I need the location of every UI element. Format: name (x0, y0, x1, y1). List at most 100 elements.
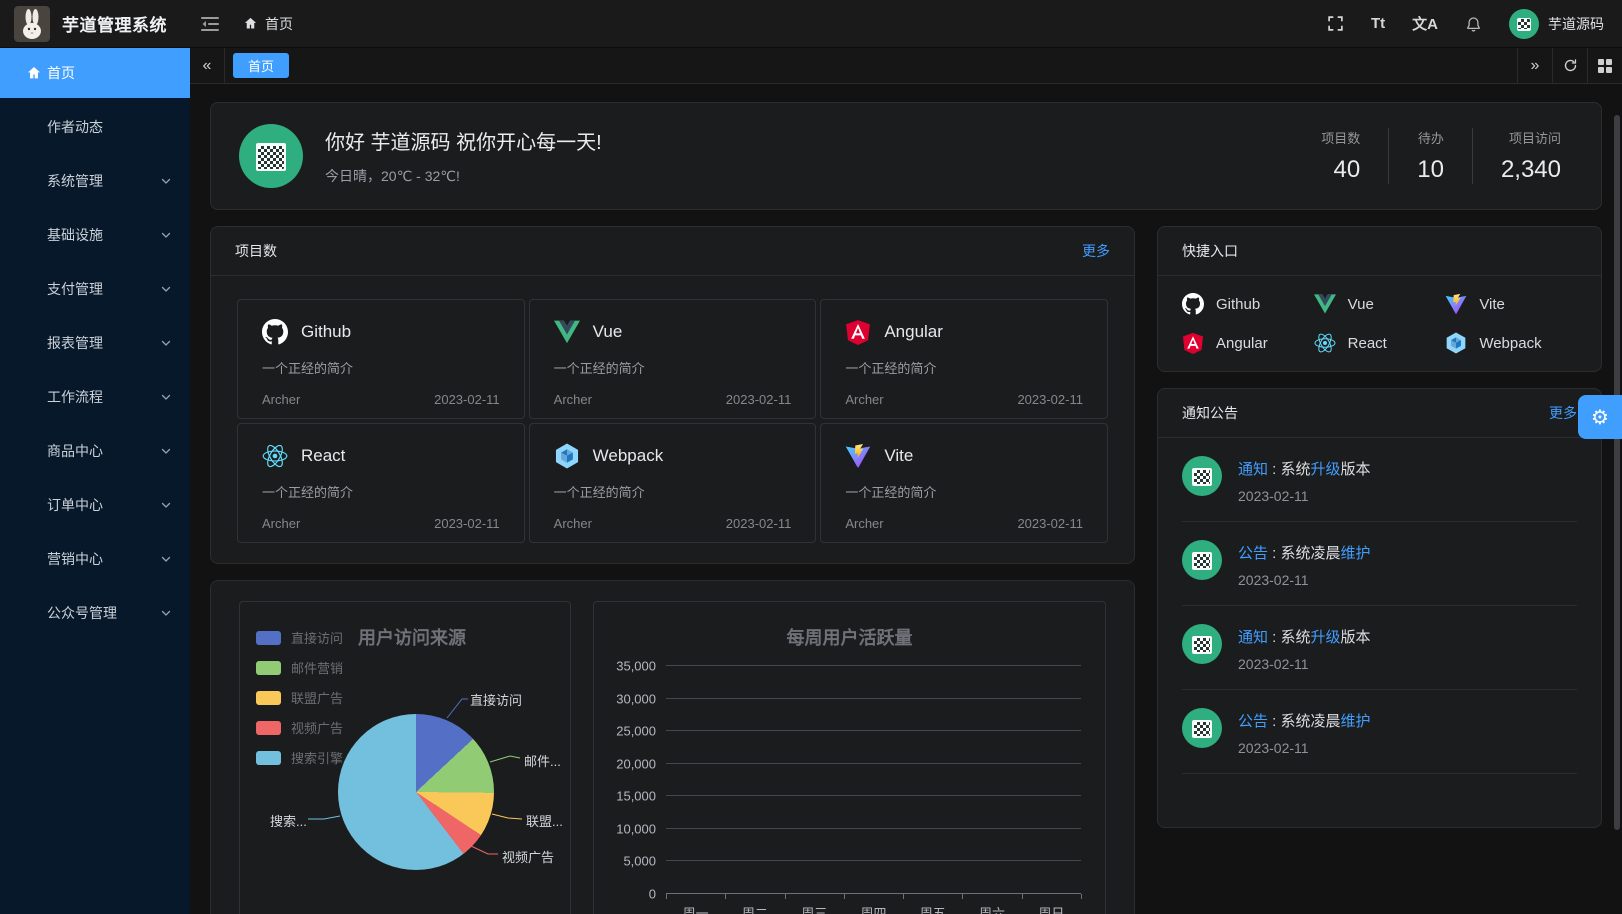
tabs-scroll-right-icon[interactable]: » (1517, 48, 1552, 83)
project-tile-vue[interactable]: Vue一个正经的简介Archer2023-02-11 (529, 299, 817, 419)
project-name: Webpack (593, 446, 664, 466)
project-footer: Archer2023-02-11 (262, 516, 500, 531)
notice-item-0[interactable]: 通知 : 系统升级版本2023-02-11 (1182, 438, 1577, 522)
bar-ytick-label: 0 (649, 887, 656, 902)
project-name: React (301, 446, 345, 466)
quick-link-label: Github (1216, 296, 1260, 313)
bar-xaxis-tick (1081, 894, 1082, 899)
quick-link-webpack[interactable]: Webpack (1445, 332, 1577, 354)
project-date: 2023-02-11 (726, 516, 792, 531)
notice-more-link[interactable]: 更多 (1549, 403, 1577, 423)
layout-grid-icon[interactable] (1587, 48, 1622, 83)
notice-item-2[interactable]: 通知 : 系统升级版本2023-02-11 (1182, 606, 1577, 690)
page-scrollbar-thumb[interactable] (1614, 115, 1620, 830)
gear-icon: ⚙ (1591, 405, 1609, 430)
project-description: 一个正经的简介 (262, 482, 500, 501)
project-tile-github[interactable]: Github一个正经的简介Archer2023-02-11 (237, 299, 525, 419)
bar-xtick-label: 周六 (962, 903, 1021, 914)
projects-more-link[interactable]: 更多 (1082, 241, 1110, 261)
notice-date: 2023-02-11 (1238, 572, 1371, 588)
quick-link-label: Vite (1479, 296, 1505, 313)
app-title: 芋道管理系统 (62, 11, 167, 36)
locale-button[interactable]: 文A (1412, 13, 1438, 34)
sidebar-item-6[interactable]: 工作流程 (0, 372, 190, 422)
bar-xtick-label: 周三 (785, 903, 844, 914)
stat-label: 项目数 (1321, 128, 1360, 147)
sidebar-item-10[interactable]: 公众号管理 (0, 588, 190, 638)
projects-card-title: 项目数 (235, 241, 277, 261)
projects-card-header: 项目数 更多 (211, 227, 1134, 276)
pie-slice-label-0: 直接访问 (470, 690, 522, 709)
bell-icon[interactable] (1465, 15, 1482, 33)
legend-item-3[interactable]: 视频广告 (256, 718, 343, 737)
project-date: 2023-02-11 (726, 392, 792, 407)
notice-card-title: 通知公告 (1182, 403, 1238, 423)
sidebar-item-4[interactable]: 支付管理 (0, 264, 190, 314)
sidebar-item-7[interactable]: 商品中心 (0, 426, 190, 476)
project-author: Archer (554, 392, 592, 407)
notice-item-3[interactable]: 公告 : 系统凌晨维护2023-02-11 (1182, 690, 1577, 774)
main-content: 你好 芋道源码 祝你开心每一天! 今日晴，20℃ - 32℃! 项目数40待办1… (190, 84, 1622, 914)
stat-1: 待办10 (1388, 128, 1472, 184)
project-name: Angular (884, 322, 943, 342)
greeting-texts: 你好 芋道源码 祝你开心每一天! 今日晴，20℃ - 32℃! (325, 126, 602, 186)
project-tile-react[interactable]: React 一个正经的简介 Archer2023-02-11 (237, 423, 525, 543)
sidebar-item-2[interactable]: 系统管理 (0, 156, 190, 206)
project-footer: Archer2023-02-11 (845, 392, 1083, 407)
project-tile-head: Angular (845, 319, 1083, 345)
legend-item-2[interactable]: 联盟广告 (256, 688, 343, 707)
user-menu[interactable]: 芋道源码 (1509, 9, 1604, 39)
bar-xaxis-tick (962, 894, 963, 899)
angular-icon (845, 319, 871, 345)
quick-link-react[interactable]: React (1314, 332, 1446, 354)
legend-item-0[interactable]: 直接访问 (256, 628, 343, 647)
quick-link-vue[interactable]: Vue (1314, 293, 1446, 315)
project-tile-head: Webpack (554, 443, 792, 469)
project-tile-webpack[interactable]: Webpack一个正经的简介Archer2023-02-11 (529, 423, 817, 543)
sidebar-item-3[interactable]: 基础设施 (0, 210, 190, 260)
pie-chart-title: 用户访问来源 (358, 624, 466, 650)
vite-icon (845, 443, 871, 469)
chevron-down-icon (160, 337, 172, 349)
sidebar-item-1[interactable]: 作者动态 (0, 102, 190, 152)
project-footer: Archer2023-02-11 (845, 516, 1083, 531)
bar-xaxis-tick (844, 894, 845, 899)
fullscreen-icon[interactable] (1327, 15, 1344, 32)
tabs-scroll-left-icon[interactable]: « (190, 48, 225, 83)
project-tile-vite[interactable]: Vite一个正经的简介Archer2023-02-11 (820, 423, 1108, 543)
sidebar-item-5[interactable]: 报表管理 (0, 318, 190, 368)
app-logo[interactable] (14, 6, 50, 42)
refresh-icon[interactable] (1552, 48, 1587, 83)
bar-xaxis-tick (903, 894, 904, 899)
project-tile-angular[interactable]: Angular 一个正经的简介 Archer2023-02-11 (820, 299, 1108, 419)
legend-item-1[interactable]: 邮件营销 (256, 658, 343, 677)
legend-swatch (256, 631, 281, 645)
sidebar-item-label: 基础设施 (47, 225, 103, 245)
greeting-card: 你好 芋道源码 祝你开心每一天! 今日晴，20℃ - 32℃! 项目数40待办1… (210, 102, 1602, 210)
bar-ytick-label: 10,000 (616, 821, 656, 836)
quick-link-label: Vue (1348, 296, 1374, 313)
notice-item-1[interactable]: 公告 : 系统凌晨维护2023-02-11 (1182, 522, 1577, 606)
navbar-actions: Tt 文A 芋道源码 (1327, 9, 1604, 39)
notice-avatar (1182, 708, 1222, 748)
legend-item-4[interactable]: 搜索引擎 (256, 748, 343, 767)
sidebar-item-0[interactable]: 首页 (0, 48, 190, 98)
legend-label: 搜索引擎 (291, 748, 343, 767)
notice-date: 2023-02-11 (1238, 488, 1371, 504)
project-description: 一个正经的简介 (845, 358, 1083, 377)
sidebar-item-8[interactable]: 订单中心 (0, 480, 190, 530)
sidebar-item-label: 支付管理 (47, 279, 103, 299)
tab-home[interactable]: 首页 (233, 53, 289, 78)
notice-body: 公告 : 系统凌晨维护2023-02-11 (1238, 540, 1371, 588)
quick-link-github[interactable]: Github (1182, 293, 1314, 315)
tabbar-spacer (289, 48, 1517, 83)
project-date: 2023-02-11 (434, 516, 500, 531)
fold-icon[interactable] (201, 16, 219, 32)
settings-gear-button[interactable]: ⚙ (1578, 395, 1622, 439)
sidebar-item-9[interactable]: 营销中心 (0, 534, 190, 584)
quick-link-angular[interactable]: Angular (1182, 332, 1314, 354)
sidebar-item-label: 作者动态 (47, 117, 103, 137)
breadcrumb[interactable]: 首页 (243, 14, 293, 34)
font-size-button[interactable]: Tt (1371, 15, 1385, 32)
quick-link-vite[interactable]: Vite (1445, 293, 1577, 315)
